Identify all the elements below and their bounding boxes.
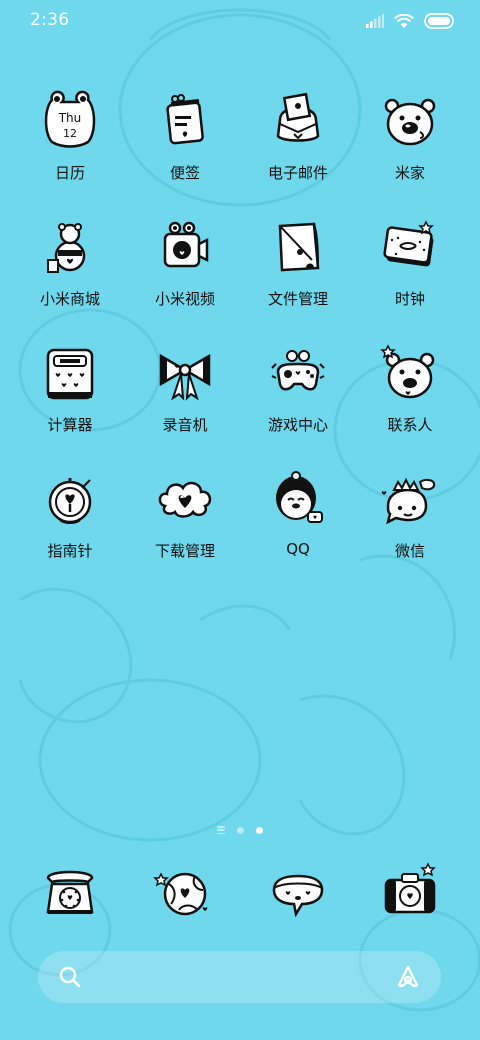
app-label: 指南针 [47, 542, 93, 560]
app-clock[interactable]: 时钟 [350, 214, 470, 324]
file-manager-icon [278, 222, 320, 272]
app-mi-store[interactable]: 小米商城 [10, 214, 130, 324]
app-recorder[interactable]: 录音机 [125, 340, 245, 450]
signal-icon [366, 14, 384, 28]
contacts-bear-icon [380, 344, 435, 399]
svg-text:12: 12 [63, 127, 77, 140]
page-indicator [0, 823, 480, 837]
dock-app-phone[interactable] [10, 858, 130, 928]
app-label: 计算器 [47, 416, 93, 434]
mi-store-icon [47, 223, 86, 273]
search-icon [59, 966, 81, 988]
app-compass[interactable]: 指南针 [10, 466, 130, 576]
app-label: 游戏中心 [267, 416, 328, 434]
status-bar: 2:36 [0, 0, 480, 44]
app-label: 电子邮件 [267, 164, 328, 182]
dock-app-messages[interactable] [238, 858, 358, 928]
downloads-cloud-icon [158, 481, 212, 518]
wechat-icon [381, 477, 436, 525]
dock-app-camera[interactable] [350, 858, 470, 928]
calculator-icon [46, 348, 94, 400]
app-downloads[interactable]: 下载管理 [125, 466, 245, 576]
qq-penguin-icon [276, 471, 323, 523]
calendar-icon: Thu 12 [44, 90, 96, 148]
compass-icon [48, 478, 92, 524]
app-qq[interactable]: QQ [238, 466, 358, 576]
email-icon [276, 92, 320, 142]
app-label: 时钟 [394, 290, 425, 308]
app-contacts[interactable]: 联系人 [350, 340, 470, 450]
app-mijia[interactable]: 米家 [350, 88, 470, 198]
assistant-icon[interactable] [395, 964, 421, 990]
battery-icon [424, 13, 454, 29]
app-label: 录音机 [162, 416, 208, 434]
wifi-icon [394, 13, 414, 28]
app-file-manager[interactable]: 文件管理 [238, 214, 358, 324]
mijia-bear-icon [384, 98, 436, 146]
app-label: QQ [286, 540, 310, 558]
app-email[interactable]: 电子邮件 [238, 88, 358, 198]
mi-video-icon [163, 221, 209, 268]
app-calculator[interactable]: 计算器 [10, 340, 130, 450]
status-time: 2:36 [30, 10, 70, 30]
app-label: 小米商城 [39, 290, 100, 308]
dock [0, 858, 480, 928]
app-label: 米家 [394, 164, 425, 182]
game-center-icon [271, 350, 325, 391]
messages-bubble-icon [272, 874, 324, 918]
app-label: 下载管理 [154, 542, 215, 560]
app-label: 微信 [394, 542, 425, 560]
search-bar[interactable] [38, 951, 441, 1003]
app-calendar[interactable]: Thu 12 日历 [10, 88, 130, 198]
app-label: 便签 [169, 164, 200, 182]
page-dot [237, 826, 244, 834]
app-label: 文件管理 [267, 290, 328, 308]
camera-icon [384, 862, 436, 914]
recorder-bow-icon [159, 353, 211, 401]
app-label: 日历 [54, 164, 85, 182]
dock-app-browser[interactable] [125, 858, 245, 928]
app-game-center[interactable]: 游戏中心 [238, 340, 358, 450]
browser-globe-icon [153, 872, 208, 916]
clock-icon [383, 220, 434, 267]
app-label: 小米视频 [154, 290, 215, 308]
app-notes[interactable]: 便签 [125, 88, 245, 198]
notes-icon [166, 94, 204, 145]
status-icons [366, 12, 456, 30]
app-wechat[interactable]: 微信 [350, 466, 470, 576]
svg-text:Thu: Thu [58, 111, 82, 125]
phone-icon [46, 870, 94, 914]
page-dot-active [256, 826, 263, 834]
app-mi-video[interactable]: 小米视频 [125, 214, 245, 324]
app-label: 联系人 [387, 416, 433, 434]
minus-one-page-indicator [217, 826, 225, 834]
